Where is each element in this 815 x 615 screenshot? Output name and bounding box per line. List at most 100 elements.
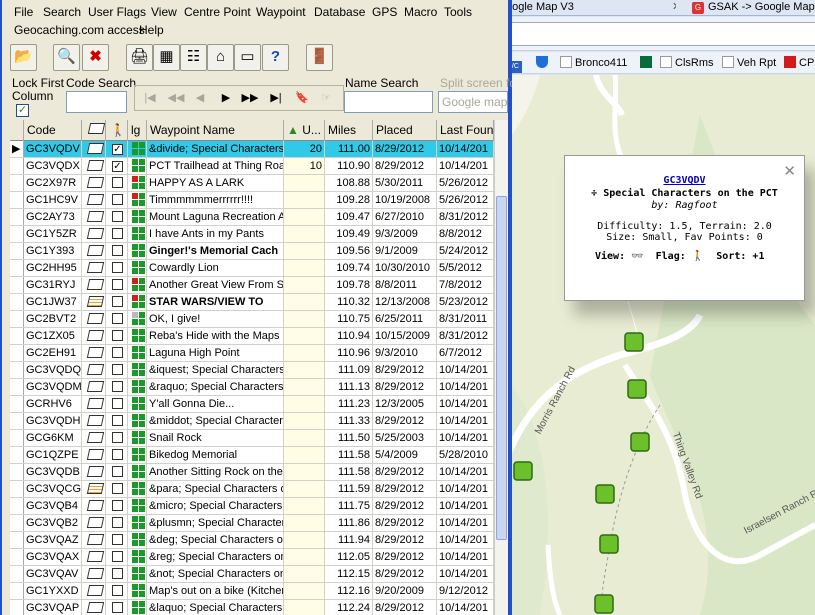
user-sort-value[interactable] — [284, 345, 325, 361]
binoculars-icon[interactable]: 👓 — [631, 251, 643, 262]
user-sort-value[interactable] — [284, 226, 325, 242]
user-sort-value[interactable] — [284, 243, 325, 259]
table-row[interactable]: GC1QZPE Bikedog Memorial 111.58 5/4/2009 5/2… — [10, 447, 494, 464]
user-sort-value[interactable] — [284, 498, 325, 514]
user-flag-checkbox[interactable]: ✓ — [112, 144, 123, 155]
table-row[interactable]: GCG6KM Snail Rock 111.50 5/25/2003 10/14/201 — [10, 430, 494, 447]
header-last-found[interactable]: Last Found — [437, 120, 494, 141]
menu-gps[interactable]: GPS — [372, 4, 397, 21]
menu-macro[interactable]: Macro — [404, 4, 437, 21]
waypoint-name[interactable]: &reg; Special Characters on — [147, 549, 284, 565]
menu-database[interactable]: Database — [314, 4, 365, 21]
user-sort-value[interactable] — [284, 175, 325, 191]
user-flag-checkbox[interactable] — [112, 585, 123, 596]
user-sort-value[interactable] — [284, 396, 325, 412]
cache-code[interactable]: GC3VQDH — [24, 413, 82, 429]
user-flag-checkbox[interactable]: ✓ — [112, 161, 123, 172]
table-row[interactable]: GC3VQDQ &iquest; Special Characters 111.09… — [10, 362, 494, 379]
close-icon[interactable]: ✕ — [783, 162, 796, 180]
cache-code[interactable]: GCRHV6 — [24, 396, 82, 412]
user-flag-checkbox[interactable] — [112, 398, 123, 409]
table-row[interactable]: GC3VQDM &raquo; Special Characters c 111.1… — [10, 379, 494, 396]
bookmark-cp[interactable]: CP — [784, 55, 814, 71]
user-flag-checkbox[interactable] — [112, 211, 123, 222]
user-flag-checkbox[interactable] — [112, 313, 123, 324]
header-waypoint-name[interactable]: Waypoint Name — [147, 120, 284, 141]
bookmark-icon[interactable]: 🔖 — [291, 89, 313, 107]
menu-geocaching-access[interactable]: Geocaching.com access — [14, 22, 145, 39]
header-user-flag[interactable]: 🚶 — [106, 120, 128, 141]
user-sort-value[interactable]: 10 — [284, 158, 325, 174]
table-row[interactable]: GC2X97R HAPPY AS A LARK 108.88 5/30/2011 5/2… — [10, 175, 494, 192]
table-row[interactable]: GC3VQB4 &micro; Special Characters c 111.7… — [10, 498, 494, 515]
user-flag-checkbox[interactable] — [112, 568, 123, 579]
table-row[interactable]: GC2BVT2 OK, I give! 110.75 6/25/2011 8/31/20… — [10, 311, 494, 328]
url-input[interactable] — [506, 22, 815, 46]
search-icon[interactable]: 🔍 — [53, 44, 80, 71]
waypoint-name[interactable]: &plusmn; Special Characters — [147, 515, 284, 531]
user-sort-value[interactable] — [284, 583, 325, 599]
table-row[interactable]: GC31RYJ Another Great View From Su 109.78 8… — [10, 277, 494, 294]
user-sort-value[interactable] — [284, 515, 325, 531]
table-row[interactable]: ▶ GC3VQDV ✓ &divide; Special Characters 20 11… — [10, 141, 494, 158]
waypoint-name[interactable]: Snail Rock — [147, 430, 284, 446]
tab-close-icon[interactable]: ✕ — [672, 0, 676, 14]
cache-code[interactable]: GC3VQB2 — [24, 515, 82, 531]
open-folder-icon[interactable]: 📂 — [10, 44, 37, 71]
cache-code[interactable]: GC2X97R — [24, 175, 82, 191]
user-sort-value[interactable] — [284, 532, 325, 548]
user-flag-checkbox[interactable] — [112, 330, 123, 341]
table-row[interactable]: GC2AY73 Mount Laguna Recreation A 109.47 6/… — [10, 209, 494, 226]
waypoint-name[interactable]: PCT Trailhead at Thing Roa — [147, 158, 284, 174]
user-flag-checkbox[interactable] — [112, 194, 123, 205]
table-row[interactable]: GC1Y393 Ginger!'s Memorial Cach 109.56 9/1/… — [10, 243, 494, 260]
waypoint-name[interactable]: &deg; Special Characters on — [147, 532, 284, 548]
user-sort-value[interactable] — [284, 328, 325, 344]
user-sort-value[interactable] — [284, 447, 325, 463]
waypoint-name[interactable]: Y'all Gonna Die... — [147, 396, 284, 412]
cache-code[interactable]: GC1QZPE — [24, 447, 82, 463]
cache-code[interactable]: GC3VQB4 — [24, 498, 82, 514]
user-flag-checkbox[interactable] — [112, 347, 123, 358]
waypoint-name[interactable]: I have Ants in my Pants — [147, 226, 284, 242]
menu-user-flags[interactable]: User Flags — [88, 4, 146, 21]
menu-centre-point[interactable]: Centre Point — [184, 4, 251, 21]
lock-column-checkbox[interactable]: ✓ — [16, 104, 29, 117]
cache-code[interactable]: GC3VQCG — [24, 481, 82, 497]
cache-code[interactable]: GC3VQDM — [24, 379, 82, 395]
cache-code[interactable]: GC1Y5ZR — [24, 226, 82, 242]
waypoint-name[interactable]: OK, I give! — [147, 311, 284, 327]
cache-code[interactable]: GC2AY73 — [24, 209, 82, 225]
browser-tab-gsak[interactable]: G GSAK -> Google Map V — [686, 0, 815, 16]
cache-code[interactable]: GC2BVT2 — [24, 311, 82, 327]
header-placed[interactable]: Placed — [373, 120, 437, 141]
last-record-icon[interactable]: ▶| — [265, 89, 287, 107]
waypoint-name[interactable]: Laguna High Point — [147, 345, 284, 361]
user-sort-value[interactable] — [284, 413, 325, 429]
user-sort-value[interactable] — [284, 566, 325, 582]
cache-code[interactable]: GC3VQAP — [24, 600, 82, 615]
cache-code[interactable]: GC1ZX05 — [24, 328, 82, 344]
menu-search[interactable]: Search — [43, 4, 81, 21]
user-sort-value[interactable] — [284, 277, 325, 293]
waypoint-name[interactable]: &laquo; Special Characters o — [147, 600, 284, 615]
user-flag-checkbox[interactable] — [112, 262, 123, 273]
user-flag-checkbox[interactable] — [112, 483, 123, 494]
user-flag-checkbox[interactable] — [112, 296, 123, 307]
waypoint-name[interactable]: HAPPY AS A LARK — [147, 175, 284, 191]
next-record-icon[interactable]: ▶ — [215, 89, 237, 107]
waypoint-name[interactable]: Mount Laguna Recreation A — [147, 209, 284, 225]
cache-code[interactable]: GC1HC9V — [24, 192, 82, 208]
user-sort-value[interactable] — [284, 430, 325, 446]
google-map[interactable]: Morris Ranch Rd Thing Valley Rd Israelse… — [500, 75, 815, 615]
user-flag-checkbox[interactable] — [112, 534, 123, 545]
browser-tab-google-map[interactable]: oogle Map V3 ✕ — [506, 0, 676, 16]
cache-code[interactable]: GC1JW37 — [24, 294, 82, 310]
delete-icon[interactable]: ✖ — [82, 44, 109, 71]
table-row[interactable]: GC3VQAV &not; Special Characters on 112.15… — [10, 566, 494, 583]
header-miles[interactable]: Miles — [325, 120, 373, 141]
cache-code[interactable]: GC3VQDX — [24, 158, 82, 174]
header-lg[interactable]: lg — [128, 120, 147, 141]
menu-waypoint[interactable]: Waypoint — [256, 4, 306, 21]
header-code[interactable]: Code — [24, 120, 82, 141]
